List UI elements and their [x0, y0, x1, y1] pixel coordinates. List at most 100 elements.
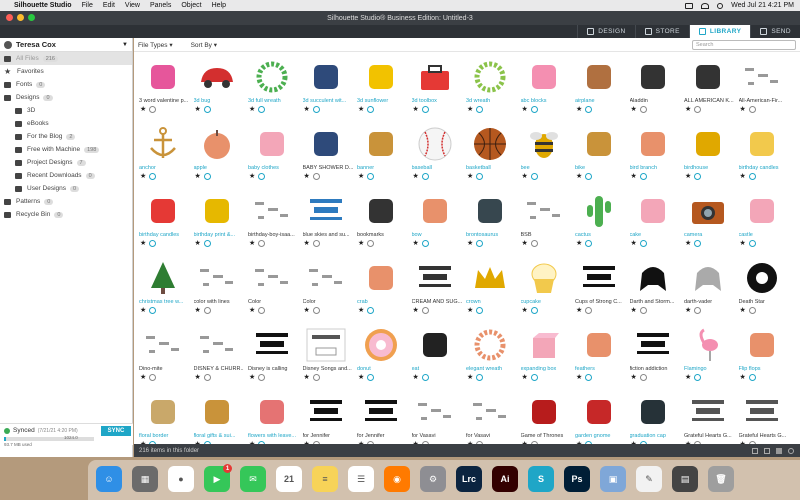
favorite-star-icon[interactable]: ★ — [249, 307, 255, 314]
favorite-star-icon[interactable]: ★ — [304, 240, 310, 247]
favorite-star-icon[interactable]: ★ — [522, 374, 528, 381]
design-tile[interactable]: bow ★ — [410, 187, 461, 252]
design-tile[interactable]: 3 word valentine p... ★ — [137, 53, 188, 118]
design-tile[interactable]: Flamingo ★ — [682, 321, 733, 386]
chrome-dock-icon[interactable]: ● — [168, 466, 194, 492]
favorite-star-icon[interactable]: ★ — [631, 240, 637, 247]
launchpad-dock-icon[interactable]: ▦ — [132, 466, 158, 492]
design-tile[interactable]: christmas tree w... ★ — [137, 254, 188, 319]
downloads-dock-icon[interactable]: ▤ — [672, 466, 698, 492]
design-tile[interactable]: birdhouse ★ — [682, 120, 733, 185]
favorite-star-icon[interactable]: ★ — [740, 374, 746, 381]
favorite-star-icon[interactable]: ★ — [358, 106, 364, 113]
design-tile[interactable]: abc blocks ★ — [519, 53, 570, 118]
sidebar-item-free-with-machine[interactable]: Free with Machine 198 — [0, 143, 132, 156]
favorite-star-icon[interactable]: ★ — [685, 240, 691, 247]
settings-icon[interactable] — [788, 447, 794, 454]
menu-object[interactable]: Object — [181, 2, 201, 9]
favorite-star-icon[interactable]: ★ — [249, 374, 255, 381]
textedit-dock-icon[interactable]: ✎ — [636, 466, 662, 492]
design-tile[interactable]: eat ★ — [410, 321, 461, 386]
menu-edit[interactable]: Edit — [103, 2, 115, 9]
favorite-star-icon[interactable]: ★ — [413, 374, 419, 381]
favorite-star-icon[interactable]: ★ — [576, 374, 582, 381]
design-tile[interactable]: 3d wreath ★ — [464, 53, 515, 118]
favorite-star-icon[interactable]: ★ — [358, 173, 364, 180]
design-tile[interactable]: 3d sunflower ★ — [355, 53, 406, 118]
design-tile[interactable]: apple ★ — [192, 120, 243, 185]
favorite-star-icon[interactable]: ★ — [304, 307, 310, 314]
design-tile[interactable]: bird branch ★ — [628, 120, 679, 185]
close-window-button[interactable] — [6, 14, 13, 21]
design-tile[interactable]: Color ★ — [301, 254, 352, 319]
battery-icon[interactable] — [685, 2, 694, 9]
favorite-star-icon[interactable]: ★ — [740, 240, 746, 247]
design-tile[interactable]: DISNEY & CHURR... ★ — [192, 321, 244, 386]
design-tile[interactable]: BABY SHOWER D... ★ — [301, 120, 353, 185]
design-tile[interactable]: elegant wreath ★ — [464, 321, 515, 386]
calendar-dock-icon[interactable]: 21 — [276, 466, 302, 492]
design-tile[interactable]: bike ★ — [573, 120, 624, 185]
favorite-star-icon[interactable]: ★ — [140, 173, 146, 180]
menu-view[interactable]: View — [125, 2, 140, 9]
design-tile[interactable]: birthday candles ★ — [137, 187, 188, 252]
favorite-star-icon[interactable]: ★ — [195, 173, 201, 180]
design-tile[interactable]: donut ★ — [355, 321, 406, 386]
tab-store[interactable]: STORE — [634, 25, 689, 38]
design-tile[interactable]: Flip flops ★ — [737, 321, 788, 386]
design-tile[interactable]: BSB ★ — [519, 187, 570, 252]
favorite-star-icon[interactable]: ★ — [576, 307, 582, 314]
design-tile[interactable]: birthday candles ★ — [737, 120, 788, 185]
design-tile[interactable]: Disney Songs and... ★ — [301, 321, 352, 386]
design-tile[interactable]: garden gnome★ — [573, 388, 624, 444]
design-tile[interactable]: bee ★ — [519, 120, 570, 185]
design-tile[interactable]: Aladdin ★ — [628, 53, 679, 118]
design-tile[interactable]: birthday print &... ★ — [192, 187, 243, 252]
favorite-star-icon[interactable]: ★ — [140, 106, 146, 113]
design-tile[interactable]: basketball ★ — [464, 120, 515, 185]
design-tile[interactable]: blue skies and su... ★ — [301, 187, 352, 252]
library-search-input[interactable]: Search — [692, 39, 796, 50]
favorite-star-icon[interactable]: ★ — [685, 307, 691, 314]
favorite-star-icon[interactable]: ★ — [631, 106, 637, 113]
favorite-star-icon[interactable]: ★ — [304, 374, 310, 381]
favorite-star-icon[interactable]: ★ — [685, 173, 691, 180]
sort-by-dropdown[interactable]: Sort By ▾ — [191, 41, 217, 49]
design-tile[interactable]: floral border★ — [137, 388, 188, 444]
design-tile[interactable]: darth-vader ★ — [682, 254, 733, 319]
design-tile[interactable]: Grateful Hearts G...★ — [682, 388, 733, 444]
sync-button[interactable]: SYNC — [101, 426, 131, 436]
favorite-star-icon[interactable]: ★ — [195, 106, 201, 113]
notes-dock-icon[interactable]: ≡ — [312, 466, 338, 492]
design-tile[interactable]: cupcake ★ — [519, 254, 570, 319]
favorite-star-icon[interactable]: ★ — [413, 307, 419, 314]
design-tile[interactable]: for Jennifer★ — [301, 388, 352, 444]
minimize-window-button[interactable] — [17, 14, 24, 21]
illustrator-dock-icon[interactable]: Ai — [492, 466, 518, 492]
favorite-star-icon[interactable]: ★ — [576, 240, 582, 247]
thumbnail-size-slider[interactable] — [776, 447, 782, 454]
favorite-star-icon[interactable]: ★ — [195, 240, 201, 247]
favorite-star-icon[interactable]: ★ — [522, 106, 528, 113]
favorite-star-icon[interactable]: ★ — [631, 374, 637, 381]
sidebar-item-all-files[interactable]: All Files 216 — [0, 52, 132, 65]
favorite-star-icon[interactable]: ★ — [740, 173, 746, 180]
favorite-star-icon[interactable]: ★ — [467, 173, 473, 180]
design-tile[interactable]: CREAM AND SUG... ★ — [410, 254, 462, 319]
favorite-star-icon[interactable]: ★ — [413, 240, 419, 247]
design-tile[interactable]: castle ★ — [737, 187, 788, 252]
favorite-star-icon[interactable]: ★ — [195, 374, 201, 381]
grid-view-icon[interactable] — [752, 447, 758, 454]
favorite-star-icon[interactable]: ★ — [140, 240, 146, 247]
favorite-star-icon[interactable]: ★ — [467, 307, 473, 314]
design-tile[interactable]: for Jennifer★ — [355, 388, 406, 444]
design-tile[interactable]: crab ★ — [355, 254, 406, 319]
design-tile[interactable]: cactus ★ — [573, 187, 624, 252]
trash-dock-icon[interactable]: 🗑 — [708, 466, 734, 492]
favorite-star-icon[interactable]: ★ — [358, 240, 364, 247]
search-icon[interactable] — [717, 2, 724, 9]
favorite-star-icon[interactable]: ★ — [467, 374, 473, 381]
sidebar-item-designs[interactable]: Designs 0 — [0, 91, 132, 104]
sidebar-item-favorites[interactable]: ★ Favorites — [0, 65, 132, 78]
design-tile[interactable]: Grateful Hearts G...★ — [737, 388, 788, 444]
